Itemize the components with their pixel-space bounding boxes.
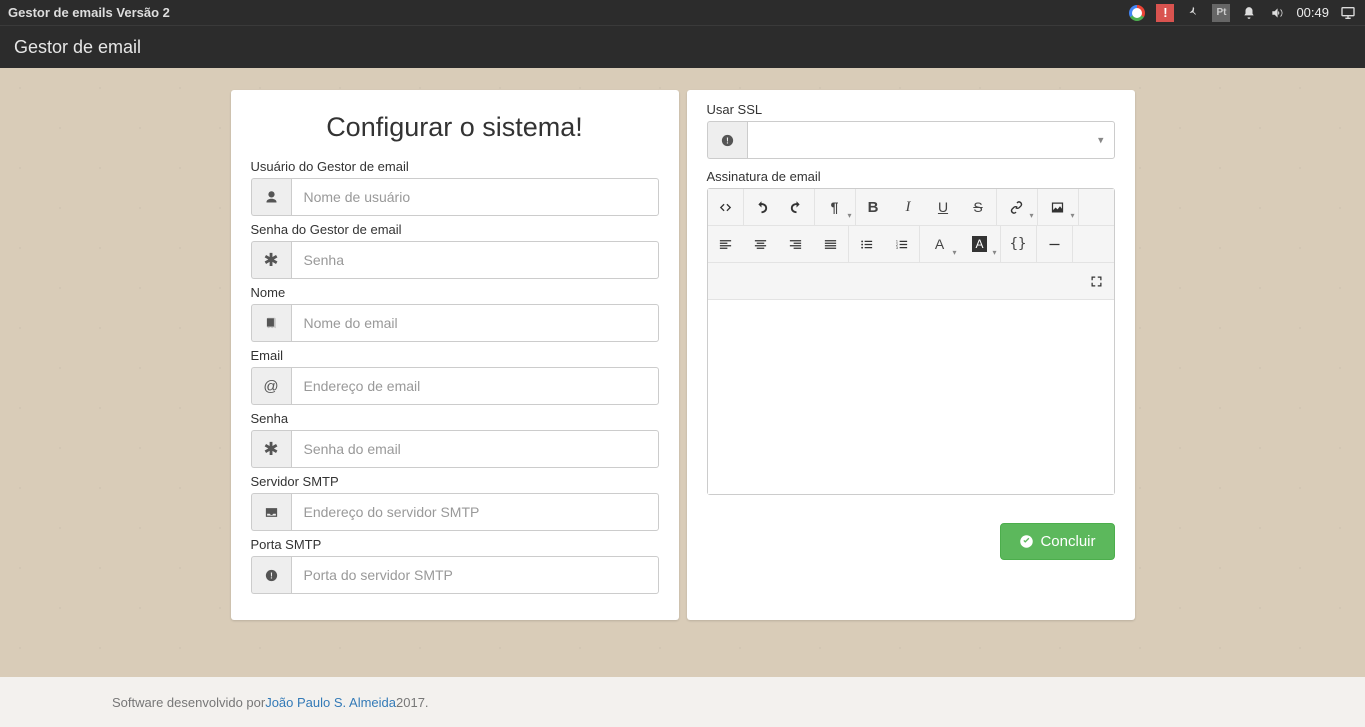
app-header: Gestor de email bbox=[0, 25, 1365, 68]
emailpass-input[interactable] bbox=[291, 430, 659, 468]
label-password: Senha do Gestor de email bbox=[251, 222, 659, 237]
submit-button[interactable]: Concluir bbox=[1000, 523, 1114, 560]
align-justify-icon[interactable] bbox=[813, 226, 848, 262]
info-icon: ! bbox=[251, 556, 291, 594]
codeview-icon[interactable] bbox=[708, 189, 743, 225]
name-input[interactable] bbox=[291, 304, 659, 342]
system-tray: ! Pt 00:49 bbox=[1128, 4, 1357, 22]
at-icon: @ bbox=[251, 367, 291, 405]
ssl-select[interactable] bbox=[747, 121, 1115, 159]
check-circle-icon bbox=[1019, 534, 1034, 549]
label-name: Nome bbox=[251, 285, 659, 300]
window-title: Gestor de emails Versão 2 bbox=[8, 5, 170, 20]
user-input[interactable] bbox=[291, 178, 659, 216]
underline-icon[interactable]: U bbox=[926, 189, 961, 225]
label-user: Usuário do Gestor de email bbox=[251, 159, 659, 174]
asterisk-icon: ✱ bbox=[251, 430, 291, 468]
paragraph-icon[interactable]: ¶▾ bbox=[815, 189, 855, 225]
label-ssl: Usar SSL bbox=[707, 102, 1115, 117]
align-center-icon[interactable] bbox=[743, 226, 778, 262]
svg-text:3: 3 bbox=[895, 245, 897, 249]
bell-icon[interactable] bbox=[1240, 4, 1258, 22]
label-signature: Assinatura de email bbox=[707, 169, 1115, 184]
volume-icon[interactable] bbox=[1268, 4, 1286, 22]
align-right-icon[interactable] bbox=[778, 226, 813, 262]
hr-icon[interactable] bbox=[1037, 226, 1072, 262]
font-color-icon[interactable]: A▾ bbox=[920, 226, 960, 262]
editor-content[interactable] bbox=[708, 300, 1114, 494]
chrome-icon[interactable] bbox=[1128, 4, 1146, 22]
config-panel-right: Usar SSL ! Assinatura de email bbox=[687, 90, 1135, 620]
footer-author-link[interactable]: João Paulo S. Almeida bbox=[265, 695, 396, 710]
pin-icon[interactable] bbox=[1184, 4, 1202, 22]
code-braces-icon[interactable]: {} bbox=[1001, 226, 1036, 262]
link-icon[interactable]: ▾ bbox=[997, 189, 1037, 225]
port-input[interactable] bbox=[291, 556, 659, 594]
label-smtp: Servidor SMTP bbox=[251, 474, 659, 489]
app-title: Gestor de email bbox=[14, 37, 141, 58]
clock: 00:49 bbox=[1296, 5, 1329, 20]
svg-text:!: ! bbox=[270, 571, 273, 580]
submit-label: Concluir bbox=[1040, 533, 1095, 550]
strikethrough-icon[interactable]: S bbox=[961, 189, 996, 225]
os-titlebar: Gestor de emails Versão 2 ! Pt 00:49 bbox=[0, 0, 1365, 25]
inbox-icon bbox=[251, 493, 291, 531]
label-email: Email bbox=[251, 348, 659, 363]
smtp-input[interactable] bbox=[291, 493, 659, 531]
asterisk-icon: ✱ bbox=[251, 241, 291, 279]
label-emailpass: Senha bbox=[251, 411, 659, 426]
user-icon bbox=[251, 178, 291, 216]
book-icon bbox=[251, 304, 291, 342]
svg-text:!: ! bbox=[726, 136, 729, 145]
label-port: Porta SMTP bbox=[251, 537, 659, 552]
language-indicator[interactable]: Pt bbox=[1212, 4, 1230, 22]
list-ol-icon[interactable]: 123 bbox=[884, 226, 919, 262]
align-left-icon[interactable] bbox=[708, 226, 743, 262]
content-area: Configurar o sistema! Usuário do Gestor … bbox=[0, 68, 1365, 677]
panel-title: Configurar o sistema! bbox=[251, 112, 659, 143]
email-input[interactable] bbox=[291, 367, 659, 405]
list-ul-icon[interactable] bbox=[849, 226, 884, 262]
undo-icon[interactable] bbox=[744, 189, 779, 225]
editor-toolbar: ¶▾ B I U S ▾ ▾ bbox=[708, 189, 1114, 300]
password-input[interactable] bbox=[291, 241, 659, 279]
config-panel-left: Configurar o sistema! Usuário do Gestor … bbox=[231, 90, 679, 620]
alert-icon[interactable]: ! bbox=[1156, 4, 1174, 22]
info-icon: ! bbox=[707, 121, 747, 159]
footer-prefix: Software desenvolvido por bbox=[112, 695, 265, 710]
bg-color-icon[interactable]: A▾ bbox=[960, 226, 1000, 262]
fullscreen-icon[interactable] bbox=[1079, 263, 1114, 299]
monitor-icon[interactable] bbox=[1339, 4, 1357, 22]
signature-editor: ¶▾ B I U S ▾ ▾ bbox=[707, 188, 1115, 495]
redo-icon[interactable] bbox=[779, 189, 814, 225]
footer-suffix: 2017. bbox=[396, 695, 429, 710]
image-icon[interactable]: ▾ bbox=[1038, 189, 1078, 225]
bold-icon[interactable]: B bbox=[856, 189, 891, 225]
italic-icon[interactable]: I bbox=[891, 189, 926, 225]
footer: Software desenvolvido por João Paulo S. … bbox=[0, 677, 1365, 727]
